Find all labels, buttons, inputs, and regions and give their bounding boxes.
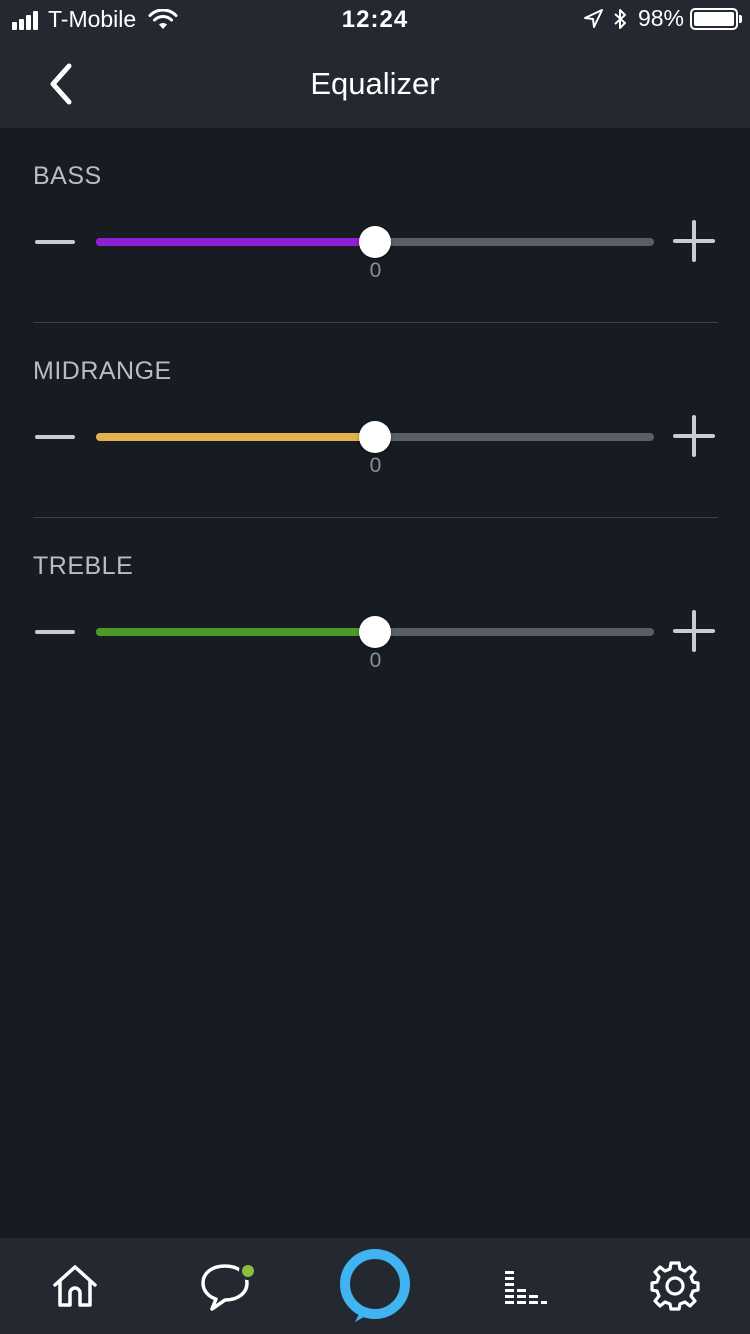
bass-slider-thumb[interactable] xyxy=(359,226,391,258)
treble-slider[interactable] xyxy=(96,616,654,648)
tab-communicate[interactable] xyxy=(150,1238,300,1334)
midrange-increase-button[interactable] xyxy=(673,415,715,457)
treble-section: TREBLE 0 xyxy=(33,518,718,713)
treble-slider-fill xyxy=(96,628,375,636)
treble-increase-button[interactable] xyxy=(673,610,715,652)
home-icon xyxy=(53,1265,97,1307)
page-title: Equalizer xyxy=(310,66,440,101)
bass-section: BASS 0 xyxy=(33,128,718,323)
status-right: 98% xyxy=(582,5,742,32)
midrange-decrease-button[interactable] xyxy=(35,419,75,455)
treble-value: 0 xyxy=(369,649,382,672)
midrange-label: MIDRANGE xyxy=(33,357,172,385)
tab-home[interactable] xyxy=(0,1238,150,1334)
top-bar: T-Mobile 12:24 98% Equalizer xyxy=(0,0,750,128)
tab-play[interactable] xyxy=(450,1238,600,1334)
midrange-slider-thumb[interactable] xyxy=(359,421,391,453)
treble-decrease-button[interactable] xyxy=(35,614,75,650)
midrange-slider-fill xyxy=(96,433,375,441)
music-bars-icon xyxy=(505,1271,547,1304)
gear-icon xyxy=(650,1261,700,1311)
bass-value: 0 xyxy=(369,259,382,282)
midrange-slider[interactable] xyxy=(96,421,654,453)
alexa-ring-icon xyxy=(340,1249,410,1322)
bass-increase-button[interactable] xyxy=(673,220,715,262)
bluetooth-icon xyxy=(614,8,626,29)
location-icon xyxy=(583,8,603,28)
bass-label: BASS xyxy=(33,162,102,190)
tab-settings[interactable] xyxy=(600,1238,750,1334)
midrange-section: MIDRANGE 0 xyxy=(33,323,718,518)
bottom-tab-bar xyxy=(0,1238,750,1334)
midrange-value: 0 xyxy=(369,454,382,477)
bass-slider-fill xyxy=(96,238,375,246)
notification-dot xyxy=(239,1262,257,1280)
bass-slider[interactable] xyxy=(96,226,654,258)
tab-alexa[interactable] xyxy=(300,1238,450,1334)
bass-decrease-button[interactable] xyxy=(35,224,75,260)
treble-label: TREBLE xyxy=(33,552,134,580)
treble-slider-thumb[interactable] xyxy=(359,616,391,648)
battery-percent: 98% xyxy=(637,5,684,31)
status-bar: T-Mobile 12:24 98% xyxy=(0,0,750,40)
battery-icon xyxy=(690,7,742,30)
nav-bar: Equalizer xyxy=(0,40,750,128)
